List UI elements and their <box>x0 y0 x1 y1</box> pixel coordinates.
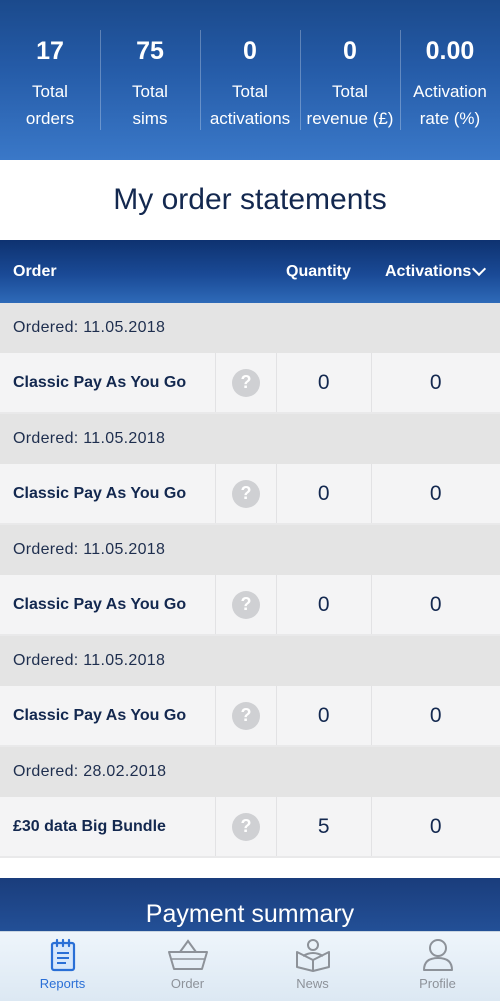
product-name: Classic Pay As You Go <box>0 686 217 745</box>
product-name: £30 data Big Bundle <box>0 797 217 856</box>
activations-value: 0 <box>429 703 442 727</box>
tab-reports[interactable]: Reports <box>0 932 125 1001</box>
order-list: Ordered: 11.05.2018 Classic Pay As You G… <box>0 303 500 858</box>
chevron-down-icon <box>472 261 487 277</box>
activations-value: 0 <box>429 481 442 505</box>
help-icon[interactable]: ? <box>232 701 261 730</box>
product-name: Classic Pay As You Go <box>0 575 217 634</box>
profile-icon <box>422 939 453 971</box>
stat-value: 0.00 <box>425 37 475 65</box>
stats-header: 17 Total orders 75 Total sims 0 Total activ… <box>0 0 500 160</box>
payment-summary-header[interactable]: Payment summary <box>0 878 500 938</box>
help-icon[interactable]: ? <box>232 479 261 508</box>
order-date-row: Ordered: 11.05.2018 <box>0 414 500 464</box>
stat-label: Activation rate (%) <box>413 82 487 128</box>
stat-total-orders: 17 Total orders <box>0 0 100 160</box>
quantity-value: 0 <box>277 575 372 634</box>
activations-value: 0 <box>429 592 442 616</box>
tab-label: Profile <box>419 976 456 991</box>
tab-profile[interactable]: Profile <box>375 932 500 1001</box>
quantity-value: 5 <box>277 797 372 856</box>
column-header-activations-label: Activations <box>385 263 472 280</box>
reports-icon <box>50 938 75 972</box>
tab-label: News <box>296 976 329 991</box>
table-row[interactable]: Classic Pay As You Go ? 0 0 <box>0 575 500 636</box>
activations-value: 0 <box>429 370 442 394</box>
basket-icon <box>167 939 208 970</box>
column-header-quantity: Quantity <box>286 263 351 280</box>
news-icon <box>295 939 330 972</box>
column-header-activations-sort[interactable]: Activations <box>385 240 487 303</box>
table-row[interactable]: Classic Pay As You Go ? 0 0 <box>0 353 500 414</box>
stat-total-revenue: 0 Total revenue (£) <box>300 0 400 160</box>
stat-value: 17 <box>36 37 64 65</box>
stat-label: Total revenue (£) <box>306 82 394 128</box>
stat-label: Total sims <box>132 82 168 128</box>
stat-value: 75 <box>136 37 164 65</box>
stat-value: 0 <box>343 37 357 65</box>
tab-label: Reports <box>39 976 86 991</box>
column-header-order: Order <box>13 263 57 280</box>
bottom-tab-bar: Reports Order News Profile <box>0 931 500 1001</box>
help-icon[interactable]: ? <box>232 368 261 397</box>
page-title: My order statements <box>0 160 500 240</box>
tab-label: Order <box>170 976 205 991</box>
product-name: Classic Pay As You Go <box>0 353 217 412</box>
order-date-row: Ordered: 11.05.2018 <box>0 525 500 575</box>
table-row[interactable]: Classic Pay As You Go ? 0 0 <box>0 464 500 525</box>
stat-label: Total activations <box>209 82 291 128</box>
stat-activation-rate: 0.00 Activation rate (%) <box>400 0 500 160</box>
stat-total-sims: 75 Total sims <box>100 0 200 160</box>
table-row[interactable]: £30 data Big Bundle ? 5 0 <box>0 797 500 858</box>
stat-value: 0 <box>243 37 257 65</box>
tab-news[interactable]: News <box>250 932 375 1001</box>
quantity-value: 0 <box>277 686 372 745</box>
quantity-value: 0 <box>277 353 372 412</box>
stat-total-activations: 0 Total activations <box>200 0 300 160</box>
table-header: Order Quantity Activations <box>0 240 500 303</box>
help-icon[interactable]: ? <box>232 590 261 619</box>
order-date-row: Ordered: 11.05.2018 <box>0 303 500 353</box>
product-name: Classic Pay As You Go <box>0 464 217 523</box>
tab-order[interactable]: Order <box>125 932 250 1001</box>
help-icon[interactable]: ? <box>232 812 261 841</box>
order-date-row: Ordered: 28.02.2018 <box>0 747 500 797</box>
quantity-value: 0 <box>277 464 372 523</box>
stat-label: Total orders <box>25 82 75 128</box>
table-row[interactable]: Classic Pay As You Go ? 0 0 <box>0 686 500 747</box>
activations-value: 0 <box>429 814 442 838</box>
order-date-row: Ordered: 11.05.2018 <box>0 636 500 686</box>
